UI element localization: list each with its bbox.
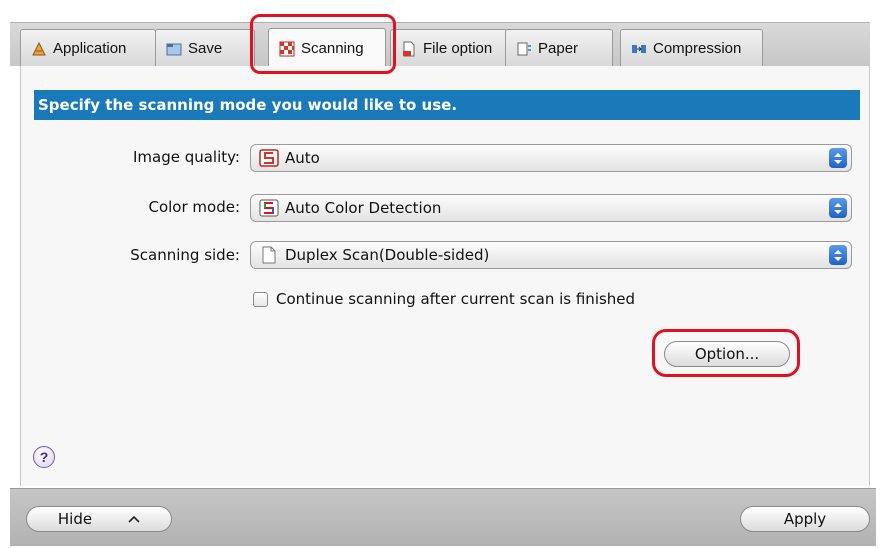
continue-scanning-row: Continue scanning after current scan is …: [253, 290, 635, 308]
help-icon[interactable]: ?: [33, 446, 55, 468]
tab-bar: Application Save Scanning File option Pa…: [10, 22, 870, 68]
tab-label: Application: [53, 40, 127, 57]
paper-icon: [516, 41, 532, 57]
color-mode-select[interactable]: Auto Color Detection: [250, 194, 852, 222]
application-icon: [31, 41, 47, 57]
tab-file-option[interactable]: File option: [390, 29, 508, 67]
scanning-side-value: Duplex Scan(Double-sided): [285, 246, 490, 264]
tab-application[interactable]: Application: [20, 29, 156, 67]
tab-label: Paper: [538, 40, 579, 57]
apply-button[interactable]: Apply: [740, 506, 870, 532]
color-mode-value: Auto Color Detection: [285, 199, 442, 217]
image-quality-icon: [259, 149, 279, 167]
continue-scanning-checkbox[interactable]: [253, 291, 268, 307]
tab-compression[interactable]: Compression: [620, 29, 763, 67]
file-option-icon: [401, 41, 417, 57]
popup-arrows-icon: [829, 198, 847, 218]
tab-label: Scanning: [301, 40, 364, 57]
scanning-icon: [279, 41, 295, 57]
instruction-banner: Specify the scanning mode you would like…: [34, 90, 860, 120]
image-quality-select[interactable]: Auto: [250, 144, 852, 172]
save-icon: [166, 41, 182, 57]
hide-button[interactable]: Hide: [26, 506, 172, 532]
scanning-side-label: Scanning side:: [130, 246, 240, 264]
popup-arrows-icon: [829, 148, 847, 168]
compression-icon: [631, 41, 647, 57]
tab-paper[interactable]: Paper: [505, 29, 613, 67]
popup-arrows-icon: [829, 245, 847, 265]
tab-label: File option: [423, 40, 493, 57]
continue-scanning-label: Continue scanning after current scan is …: [276, 290, 636, 308]
scanner-settings-window: Application Save Scanning File option Pa…: [0, 0, 895, 548]
image-quality-label: Image quality:: [132, 148, 240, 166]
duplex-page-icon: [259, 246, 279, 264]
color-mode-label: Color mode:: [148, 198, 240, 216]
content-pane: [20, 66, 870, 486]
hide-label: Hide: [57, 510, 93, 528]
tab-label: Compression: [653, 40, 742, 57]
scanning-side-select[interactable]: Duplex Scan(Double-sided): [250, 241, 852, 269]
tab-save[interactable]: Save: [155, 29, 255, 67]
chevron-up-icon: [128, 512, 140, 526]
image-quality-value: Auto: [285, 149, 320, 167]
option-button[interactable]: Option...: [664, 341, 790, 367]
color-mode-icon: [259, 199, 279, 217]
tab-scanning[interactable]: Scanning: [268, 28, 386, 68]
tab-label: Save: [188, 40, 223, 57]
